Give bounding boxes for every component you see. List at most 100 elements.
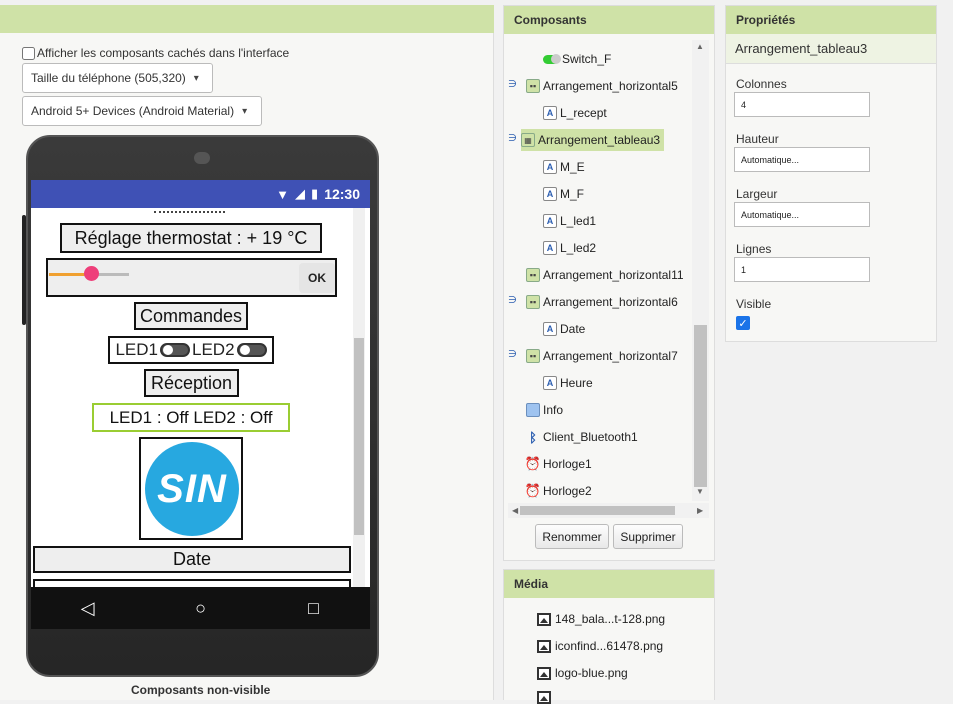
label-icon: A xyxy=(543,322,557,336)
media-file-name: 148_bala...t-128.png xyxy=(555,612,666,626)
image-file-icon xyxy=(537,666,551,680)
tree-item-label: L_led1 xyxy=(560,214,597,228)
tree-item-label: Horloge1 xyxy=(543,457,592,471)
tree-item-label: Info xyxy=(543,403,564,417)
media-file[interactable]: logo-blue.png xyxy=(537,666,628,680)
show-hidden-components-row[interactable]: Afficher les composants cachés dans l'in… xyxy=(22,46,289,60)
viewer-header xyxy=(0,5,494,33)
tree-toggle-icon[interactable]: ∋ xyxy=(508,295,517,306)
phone-size-select[interactable]: Taille du téléphone (505,320) ▾ xyxy=(22,63,213,93)
tree-item[interactable]: A M_F xyxy=(543,183,584,205)
theme-value: Android 5+ Devices (Android Material) xyxy=(31,104,235,118)
tree-item-label: Client_Bluetooth1 xyxy=(543,430,638,444)
tree-toggle-icon[interactable]: ∋ xyxy=(508,349,517,360)
tree-item-label: Heure xyxy=(560,376,593,390)
visible-label: Visible xyxy=(736,297,772,311)
chevron-down-icon: ▾ xyxy=(193,72,199,84)
hour-label-box xyxy=(33,579,351,587)
tree-item[interactable]: A Heure xyxy=(543,372,593,394)
led1-switch[interactable] xyxy=(160,343,190,357)
tree-toggle-icon[interactable]: ∋ xyxy=(508,133,517,144)
scroll-up-icon[interactable]: ▲ xyxy=(696,42,704,51)
tree-item-label: Date xyxy=(560,322,586,336)
label-icon: A xyxy=(543,241,557,255)
image-file-icon xyxy=(537,691,551,704)
tree-item-label: Arrangement_horizontal7 xyxy=(543,349,678,363)
table-arrangement-icon: ▦ xyxy=(521,133,535,147)
tree-item[interactable]: ⏰ Horloge1 xyxy=(525,453,592,475)
screen-scrollbar-thumb[interactable] xyxy=(354,338,364,535)
thermostat-label: Réglage thermostat : + 19 °C xyxy=(60,223,322,253)
visible-checkbox[interactable]: ✓ xyxy=(736,316,750,330)
tree-item-label: M_E xyxy=(560,160,585,174)
home-icon[interactable]: ○ xyxy=(151,598,251,619)
label-icon: A xyxy=(543,376,557,390)
tree-item[interactable]: ⏰ Horloge2 xyxy=(525,480,592,502)
colonnes-input[interactable]: 4 xyxy=(734,92,870,117)
tree-item[interactable]: Switch_F xyxy=(543,48,611,70)
tree-item[interactable]: ᛒ Client_Bluetooth1 xyxy=(526,426,638,448)
logo-frame: SIN xyxy=(139,437,243,540)
tree-item-label: L_recept xyxy=(560,106,607,120)
theme-select[interactable]: Android 5+ Devices (Android Material) ▾ xyxy=(22,96,262,126)
media-file[interactable] xyxy=(537,691,555,704)
hauteur-label: Hauteur xyxy=(736,132,779,146)
delete-button[interactable]: Supprimer xyxy=(613,524,683,549)
led-switches-row: LED1 LED2 xyxy=(108,336,274,364)
tree-item[interactable]: A L_led2 xyxy=(543,237,596,259)
label-icon: A xyxy=(543,160,557,174)
show-hidden-components-label: Afficher les composants cachés dans l'in… xyxy=(37,46,290,60)
nonvisible-components-label: Composants non-visible xyxy=(131,683,271,697)
rename-button[interactable]: Renommer xyxy=(535,524,609,549)
wifi-icon: ▼ xyxy=(276,186,290,202)
tree-item[interactable]: A L_recept xyxy=(543,102,607,124)
components-title: Composants xyxy=(504,6,714,34)
led1-label: LED1 xyxy=(115,340,158,359)
phone-side-button xyxy=(22,215,26,325)
led2-label: LED2 xyxy=(192,340,235,359)
tree-item-label: Switch_F xyxy=(562,52,612,66)
lignes-label: Lignes xyxy=(736,242,772,256)
components-tree: Switch_F ∋ ▪▪ Arrangement_horizontal5 A L_rec… xyxy=(508,40,709,520)
tree-item-label: Arrangement_horizontal11 xyxy=(543,268,684,282)
image-file-icon xyxy=(537,639,551,653)
ok-button[interactable]: OK xyxy=(299,263,335,293)
horizontal-arrangement-icon: ▪▪ xyxy=(526,349,540,363)
notifier-icon xyxy=(526,403,540,417)
scroll-right-icon[interactable]: ▶ xyxy=(697,506,703,515)
battery-icon: ▮ xyxy=(311,186,319,201)
recents-icon[interactable]: □ xyxy=(264,598,364,619)
tree-item[interactable]: ▪▪ Arrangement_horizontal6 xyxy=(526,291,678,313)
tree-item[interactable]: ▦ Arrangement_tableau3 xyxy=(521,129,665,151)
tree-item-label: M_F xyxy=(560,187,584,201)
tree-vertical-scroll-thumb[interactable] xyxy=(694,325,707,487)
scroll-down-icon[interactable]: ▼ xyxy=(696,487,704,496)
tree-item-label: Arrangement_horizontal5 xyxy=(543,79,678,93)
tree-item[interactable]: ▪▪ Arrangement_horizontal5 xyxy=(526,75,678,97)
lignes-input[interactable]: 1 xyxy=(734,257,870,282)
reception-status: LED1 : Off LED2 : Off xyxy=(92,403,290,432)
tree-item[interactable]: Info xyxy=(526,399,563,421)
label-icon: A xyxy=(543,187,557,201)
tree-item[interactable]: A L_led1 xyxy=(543,210,596,232)
media-file[interactable]: 148_bala...t-128.png xyxy=(537,612,665,626)
show-hidden-components-checkbox[interactable] xyxy=(22,46,35,60)
tree-item[interactable]: ▪▪ Arrangement_horizontal11 xyxy=(526,264,684,286)
tree-horizontal-scroll-thumb[interactable] xyxy=(520,506,675,515)
tree-item[interactable]: ▪▪ Arrangement_horizontal7 xyxy=(526,345,678,367)
media-file[interactable]: iconfind...61478.png xyxy=(537,639,663,653)
horizontal-arrangement-icon: ▪▪ xyxy=(526,79,540,93)
scroll-left-icon[interactable]: ◀ xyxy=(512,506,518,515)
tree-item[interactable]: A Date xyxy=(543,318,585,340)
bluetooth-icon: ᛒ xyxy=(529,429,537,445)
led2-switch[interactable] xyxy=(236,343,267,357)
tree-toggle-icon[interactable]: ∋ xyxy=(508,79,517,90)
tree-item[interactable]: A M_E xyxy=(543,156,585,178)
hauteur-input[interactable]: Automatique... xyxy=(734,147,870,172)
horizontal-arrangement-icon: ▪▪ xyxy=(526,268,540,282)
label-icon: A xyxy=(543,106,557,120)
largeur-input[interactable]: Automatique... xyxy=(734,202,870,227)
signal-icon: ◢ xyxy=(295,186,306,201)
back-icon[interactable]: ◁ xyxy=(38,598,138,619)
thermostat-slider-thumb[interactable] xyxy=(84,266,99,281)
